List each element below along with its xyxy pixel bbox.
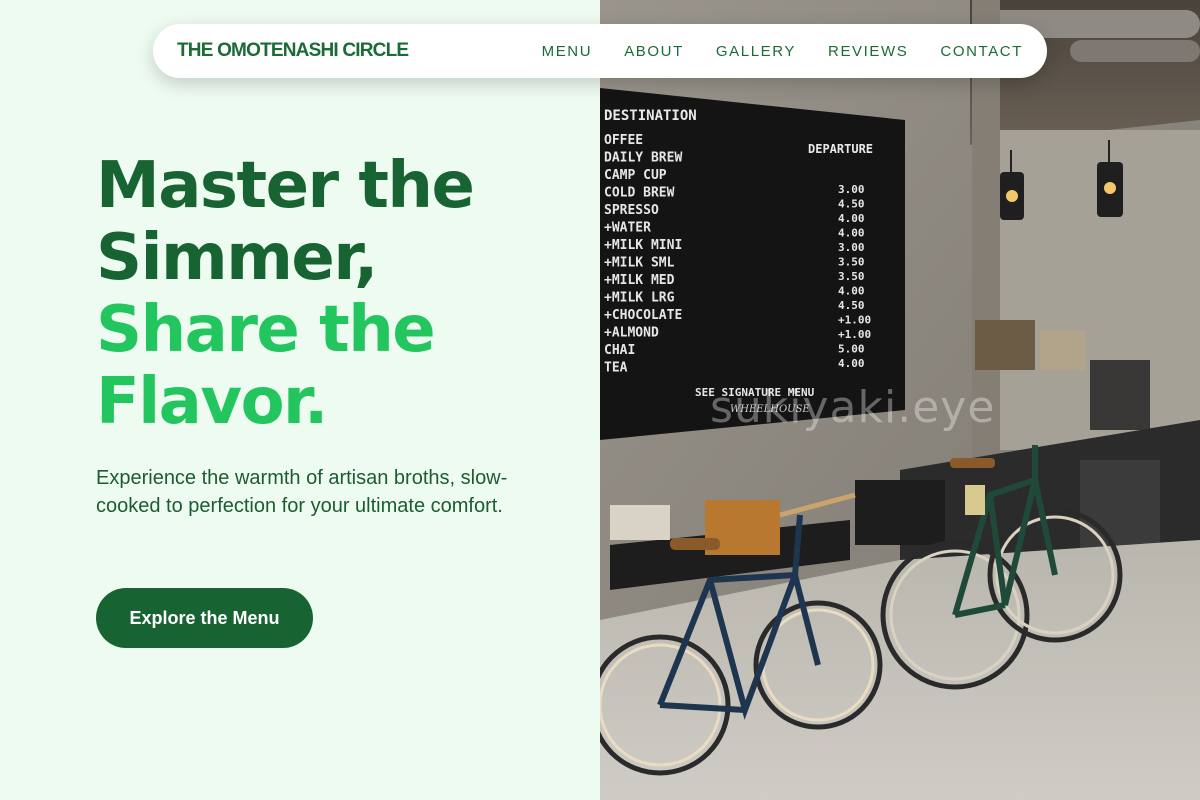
nav-link-menu[interactable]: MENU: [542, 43, 593, 60]
board-price: 4.00: [838, 285, 865, 298]
board-item: +MILK MINI: [604, 238, 682, 253]
board-item: CAMP CUP: [604, 168, 667, 183]
board-item: SPRESSO: [604, 203, 659, 218]
board-item: CHAI: [604, 343, 635, 358]
board-price: 3.50: [838, 256, 865, 269]
board-item: OFFEE: [604, 133, 643, 148]
board-price: 4.50: [838, 299, 865, 312]
board-item: +WATER: [604, 221, 651, 236]
nav-links: MENU ABOUT GALLERY REVIEWS CONTACT: [542, 43, 1023, 60]
board-item: +MILK LRG: [604, 291, 675, 306]
nav-link-about[interactable]: ABOUT: [624, 43, 684, 60]
watermark-text: sukiyaki.eye: [710, 382, 996, 433]
headline-line-1: Master the: [96, 149, 475, 223]
board-item: +MILK SML: [604, 256, 675, 271]
board-title: DESTINATION: [604, 108, 697, 124]
board-item: DAILY BREW: [604, 151, 682, 166]
board-price: 3.00: [838, 183, 865, 196]
board-price: 4.50: [838, 198, 865, 211]
hero-headline: Master the Simmer, Share the Flavor.: [96, 149, 475, 439]
explore-menu-button[interactable]: Explore the Menu: [96, 588, 313, 648]
board-item: +CHOCOLATE: [604, 308, 682, 323]
headline-line-2: Simmer,: [96, 221, 378, 295]
board-price: 3.50: [838, 270, 865, 283]
board-item: COLD BREW: [604, 186, 675, 201]
board-price: 4.00: [838, 227, 865, 240]
board-price: 4.00: [838, 212, 865, 225]
headline-line-3: Share the: [96, 293, 436, 367]
board-item: +ALMOND: [604, 326, 659, 341]
nav-link-gallery[interactable]: GALLERY: [716, 43, 796, 60]
board-price: 5.00: [838, 343, 865, 356]
board-item: TEA: [604, 361, 628, 376]
board-item: +MILK MED: [604, 273, 675, 288]
headline-line-4: Flavor.: [96, 365, 328, 439]
nav-link-contact[interactable]: CONTACT: [940, 43, 1023, 60]
board-price: 3.00: [838, 241, 865, 254]
board-price: +1.00: [838, 328, 871, 341]
brand-logo[interactable]: THE OMOTENASHI CIRCLE: [177, 40, 409, 62]
board-departure: DEPARTURE: [808, 142, 873, 156]
board-price: 4.00: [838, 357, 865, 370]
nav-link-reviews[interactable]: REVIEWS: [828, 43, 908, 60]
top-navbar: THE OMOTENASHI CIRCLE MENU ABOUT GALLERY…: [153, 24, 1047, 78]
hero-subtext: Experience the warmth of artisan broths,…: [96, 467, 508, 517]
board-price: +1.00: [838, 314, 871, 327]
